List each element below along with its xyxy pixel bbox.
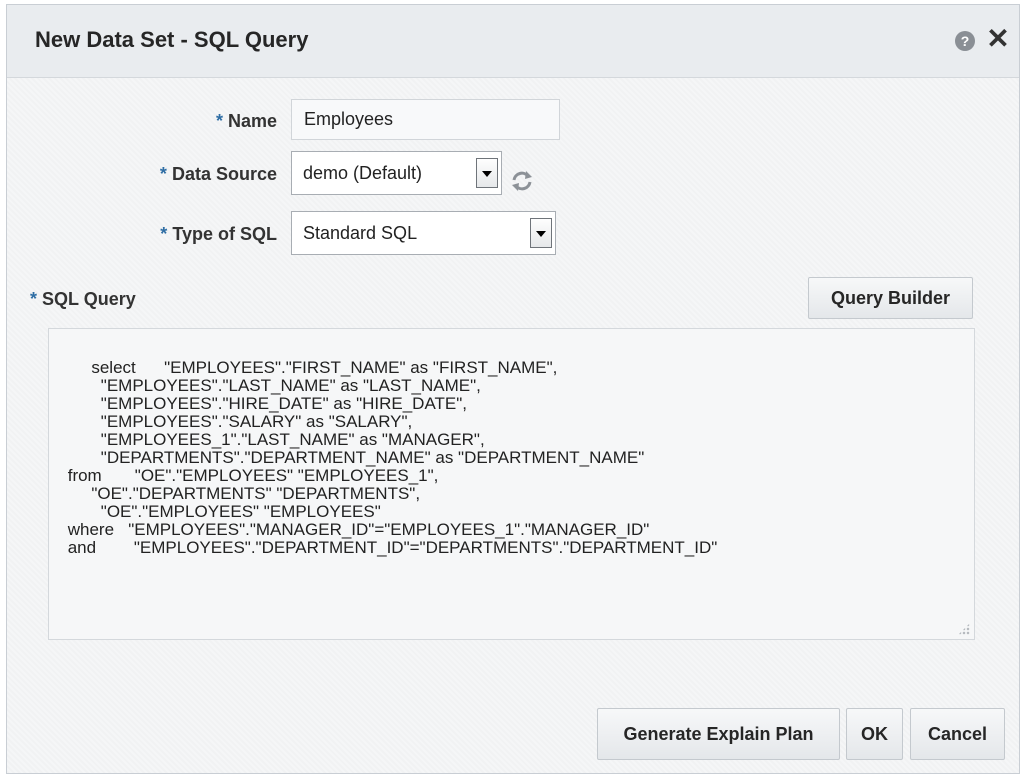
required-mark: * xyxy=(160,224,168,244)
required-mark: * xyxy=(30,289,38,309)
generate-explain-plan-button[interactable]: Generate Explain Plan xyxy=(597,708,840,760)
query-builder-button[interactable]: Query Builder xyxy=(808,277,973,319)
new-data-set-dialog: New Data Set - SQL Query ? ✕ * Name * Da… xyxy=(6,4,1020,774)
sql-query-text: select "EMPLOYEES"."FIRST_NAME" as "FIRS… xyxy=(67,358,718,557)
ok-button[interactable]: OK xyxy=(846,708,903,760)
chevron-down-icon[interactable] xyxy=(476,158,498,188)
dialog-content: * Name * Data Source demo (Default) * Ty… xyxy=(7,78,1019,773)
resize-grip-icon[interactable] xyxy=(958,623,970,635)
data-source-select[interactable]: demo (Default) xyxy=(291,151,502,195)
dialog-title: New Data Set - SQL Query xyxy=(35,27,309,52)
sql-query-label: * SQL Query xyxy=(30,289,136,309)
name-label: * Name xyxy=(215,111,277,131)
sql-query-textarea[interactable]: select "EMPLOYEES"."FIRST_NAME" as "FIRS… xyxy=(48,328,975,640)
cancel-button[interactable]: Cancel xyxy=(910,708,1005,760)
refresh-icon[interactable] xyxy=(510,169,534,193)
help-icon[interactable]: ? xyxy=(955,31,975,51)
close-icon[interactable]: ✕ xyxy=(986,25,1010,53)
data-source-label: * Data Source xyxy=(159,164,277,184)
type-of-sql-value: Standard SQL xyxy=(303,223,418,243)
data-source-value: demo (Default) xyxy=(303,163,423,183)
required-mark: * xyxy=(215,111,223,131)
type-of-sql-select[interactable]: Standard SQL xyxy=(291,211,556,255)
dialog-title-bar: New Data Set - SQL Query ? ✕ xyxy=(7,5,1019,78)
chevron-down-icon[interactable] xyxy=(530,218,552,248)
required-mark: * xyxy=(159,164,167,184)
type-of-sql-label: * Type of SQL xyxy=(160,224,277,244)
name-field[interactable] xyxy=(291,99,560,140)
